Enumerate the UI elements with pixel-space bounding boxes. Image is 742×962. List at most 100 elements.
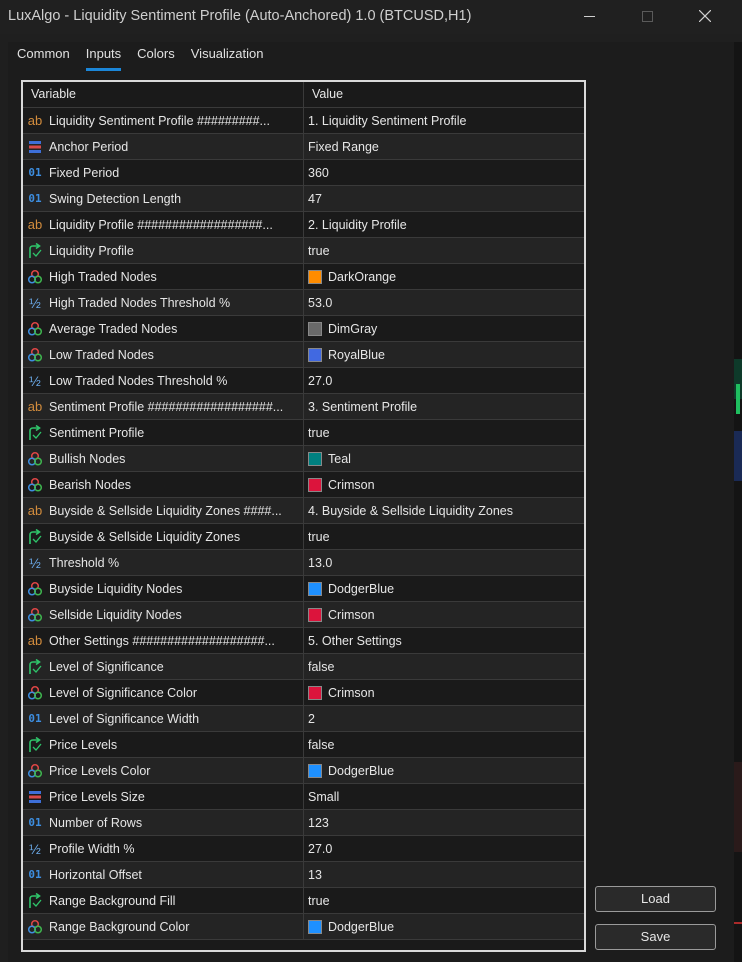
value-cell[interactable]: 360: [304, 160, 329, 185]
column-header-value[interactable]: Value: [304, 82, 343, 107]
value-cell[interactable]: false: [304, 732, 334, 757]
value-cell[interactable]: RoyalBlue: [304, 342, 385, 367]
value-cell[interactable]: true: [304, 888, 330, 913]
table-row[interactable]: ½ High Traded Nodes Threshold % 53.0: [23, 290, 584, 316]
tab-common[interactable]: Common: [17, 46, 70, 70]
value-cell[interactable]: true: [304, 420, 330, 445]
table-row[interactable]: Range Background Color DodgerBlue: [23, 914, 584, 940]
value-cell[interactable]: 3. Sentiment Profile: [304, 394, 417, 419]
color-swatch[interactable]: [308, 763, 322, 778]
table-row[interactable]: ½ Threshold % 13.0: [23, 550, 584, 576]
table-row[interactable]: ab Buyside & Sellside Liquidity Zones ###…: [23, 498, 584, 524]
load-button[interactable]: Load: [595, 886, 716, 912]
value-cell[interactable]: Small: [304, 784, 339, 809]
table-row[interactable]: 01 Number of Rows 123: [23, 810, 584, 836]
tab-colors[interactable]: Colors: [137, 46, 175, 70]
table-row[interactable]: Price Levels Color DodgerBlue: [23, 758, 584, 784]
table-row[interactable]: Low Traded Nodes RoyalBlue: [23, 342, 584, 368]
table-row[interactable]: Sellside Liquidity Nodes Crimson: [23, 602, 584, 628]
color-swatch[interactable]: [308, 919, 322, 934]
variable-name: Price Levels Color: [49, 763, 151, 778]
table-row[interactable]: 01 Level of Significance Width 2: [23, 706, 584, 732]
variable-cell: 01 Swing Detection Length: [23, 186, 304, 211]
integer-icon: 01: [28, 712, 42, 725]
color-swatch[interactable]: [308, 347, 322, 362]
value-cell[interactable]: 13: [304, 862, 322, 887]
tab-visualization[interactable]: Visualization: [191, 46, 264, 70]
table-row[interactable]: Price Levels false: [23, 732, 584, 758]
value-cell[interactable]: 27.0: [304, 836, 332, 861]
color-icon: [27, 763, 43, 779]
string-icon: ab: [27, 113, 43, 128]
value-cell[interactable]: Teal: [304, 446, 351, 471]
value-cell[interactable]: 53.0: [304, 290, 332, 315]
table-row[interactable]: Range Background Fill true: [23, 888, 584, 914]
value-cell[interactable]: 27.0: [304, 368, 332, 393]
tab-inputs[interactable]: Inputs: [85, 46, 122, 71]
table-row[interactable]: Sentiment Profile true: [23, 420, 584, 446]
save-button[interactable]: Save: [595, 924, 716, 950]
value-cell[interactable]: 1. Liquidity Sentiment Profile: [304, 108, 466, 133]
minimize-button[interactable]: [566, 0, 612, 32]
table-row[interactable]: ab Other Settings ###################... 5…: [23, 628, 584, 654]
value-cell[interactable]: 123: [304, 810, 329, 835]
variable-cell: Low Traded Nodes: [23, 342, 304, 367]
value-cell[interactable]: Crimson: [304, 680, 375, 705]
variable-cell: 01 Level of Significance Width: [23, 706, 304, 731]
table-row[interactable]: 01 Fixed Period 360: [23, 160, 584, 186]
table-row[interactable]: Bearish Nodes Crimson: [23, 472, 584, 498]
table-row[interactable]: ½ Low Traded Nodes Threshold % 27.0: [23, 368, 584, 394]
value-text: 123: [308, 815, 329, 830]
value-cell[interactable]: false: [304, 654, 334, 679]
table-row[interactable]: Level of Significance Color Crimson: [23, 680, 584, 706]
value-cell[interactable]: DodgerBlue: [304, 758, 394, 783]
maximize-button[interactable]: [624, 0, 670, 32]
inputs-table: Variable Value ab Liquidity Sentiment Pro…: [21, 80, 586, 952]
value-cell[interactable]: DimGray: [304, 316, 377, 341]
string-icon: ab: [27, 399, 43, 414]
bool-icon: [27, 892, 43, 909]
value-cell[interactable]: 4. Buyside & Sellside Liquidity Zones: [304, 498, 513, 523]
table-row[interactable]: Bullish Nodes Teal: [23, 446, 584, 472]
column-header-variable[interactable]: Variable: [23, 82, 304, 107]
color-swatch[interactable]: [308, 321, 322, 336]
table-row[interactable]: Anchor Period Fixed Range: [23, 134, 584, 160]
table-row[interactable]: Buyside Liquidity Nodes DodgerBlue: [23, 576, 584, 602]
integer-icon: 01: [28, 166, 42, 179]
value-cell[interactable]: Crimson: [304, 472, 375, 497]
table-row[interactable]: Liquidity Profile true: [23, 238, 584, 264]
value-cell[interactable]: DarkOrange: [304, 264, 396, 289]
color-swatch[interactable]: [308, 685, 322, 700]
value-cell[interactable]: 13.0: [304, 550, 332, 575]
table-row[interactable]: Level of Significance false: [23, 654, 584, 680]
value-cell[interactable]: 2. Liquidity Profile: [304, 212, 407, 237]
value-cell[interactable]: DodgerBlue: [304, 914, 394, 939]
table-row[interactable]: High Traded Nodes DarkOrange: [23, 264, 584, 290]
table-row[interactable]: ab Liquidity Sentiment Profile #########.…: [23, 108, 584, 134]
color-swatch[interactable]: [308, 581, 322, 596]
color-swatch[interactable]: [308, 477, 322, 492]
title-bar[interactable]: LuxAlgo - Liquidity Sentiment Profile (A…: [0, 0, 742, 34]
table-row[interactable]: 01 Swing Detection Length 47: [23, 186, 584, 212]
value-cell[interactable]: true: [304, 238, 330, 263]
value-text: Crimson: [328, 607, 375, 622]
value-cell[interactable]: 5. Other Settings: [304, 628, 402, 653]
variable-cell: ab Liquidity Sentiment Profile #########.…: [23, 108, 304, 133]
table-row[interactable]: ab Sentiment Profile ##################..…: [23, 394, 584, 420]
color-swatch[interactable]: [308, 269, 322, 284]
value-cell[interactable]: true: [304, 524, 330, 549]
table-row[interactable]: Average Traded Nodes DimGray: [23, 316, 584, 342]
value-cell[interactable]: 2: [304, 706, 315, 731]
value-cell[interactable]: DodgerBlue: [304, 576, 394, 601]
close-button[interactable]: [682, 0, 728, 32]
table-row[interactable]: Price Levels Size Small: [23, 784, 584, 810]
table-row[interactable]: Buyside & Sellside Liquidity Zones true: [23, 524, 584, 550]
table-row[interactable]: ab Liquidity Profile ##################..…: [23, 212, 584, 238]
table-row[interactable]: ½ Profile Width % 27.0: [23, 836, 584, 862]
color-swatch[interactable]: [308, 607, 322, 622]
color-swatch[interactable]: [308, 451, 322, 466]
value-cell[interactable]: Crimson: [304, 602, 375, 627]
value-cell[interactable]: Fixed Range: [304, 134, 379, 159]
table-row[interactable]: 01 Horizontal Offset 13: [23, 862, 584, 888]
value-cell[interactable]: 47: [304, 186, 322, 211]
